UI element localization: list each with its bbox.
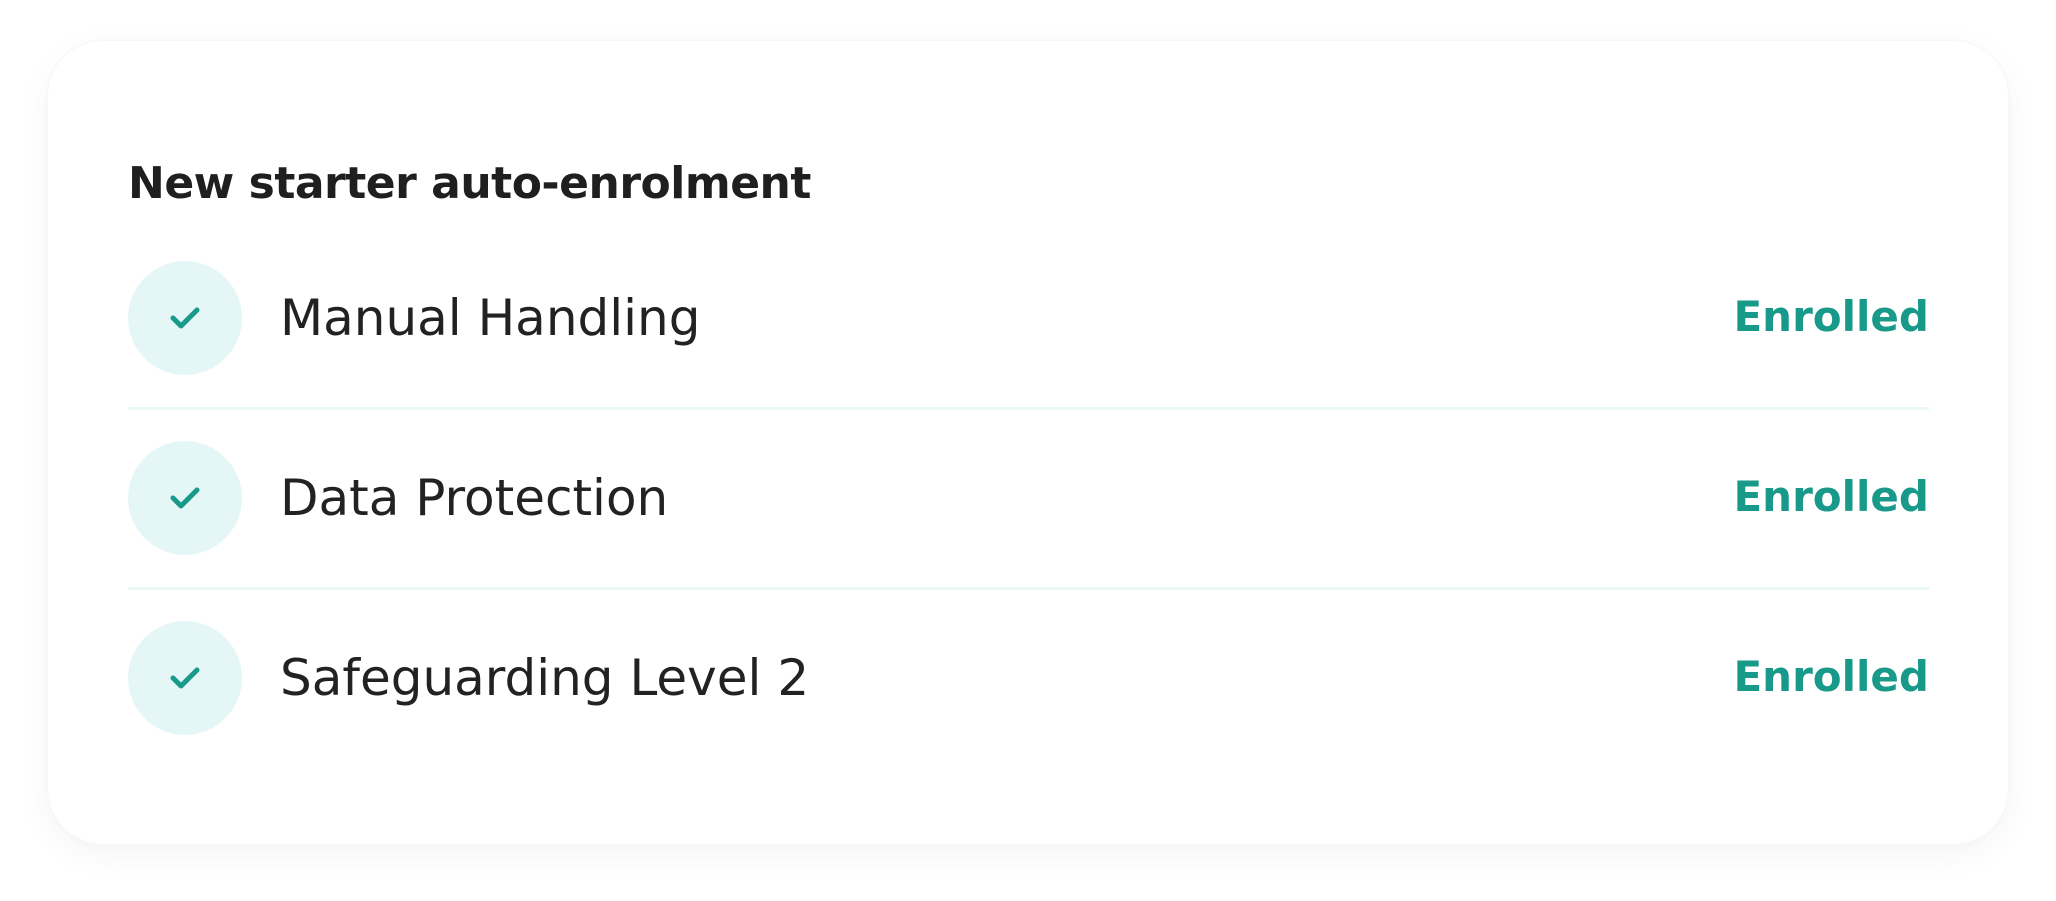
check-icon [170,667,200,689]
course-row: Data Protection Enrolled [128,441,1929,557]
row-divider [128,587,1929,590]
course-row: Manual Handling Enrolled [128,261,1929,377]
check-badge [128,441,242,555]
enrolment-status: Enrolled [1733,652,1929,701]
check-badge [128,621,242,735]
check-icon [170,307,200,329]
course-row: Safeguarding Level 2 Enrolled [128,621,1929,737]
auto-enrolment-card: New starter auto-enrolment Manual Handli… [47,40,2009,845]
row-divider [128,407,1929,410]
course-name: Manual Handling [280,289,701,347]
course-name: Safeguarding Level 2 [280,649,810,707]
enrolment-status: Enrolled [1733,292,1929,341]
course-name: Data Protection [280,469,669,527]
enrolment-status: Enrolled [1733,472,1929,521]
check-icon [170,487,200,509]
check-badge [128,261,242,375]
card-title: New starter auto-enrolment [128,158,811,209]
